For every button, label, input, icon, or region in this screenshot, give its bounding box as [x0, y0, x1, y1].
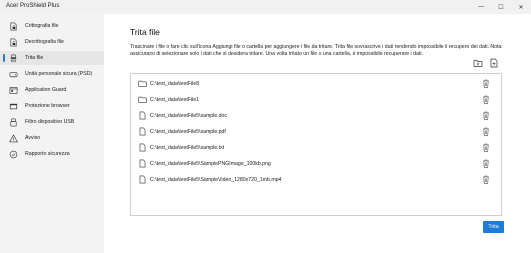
file-path: C:\test_data\testFile5\sample.txt [150, 145, 225, 151]
file-icon [138, 143, 147, 152]
sidebar-item-decrittografia-file[interactable]: Decrittografia file [0, 35, 104, 49]
maximize-button[interactable]: ☐ [491, 0, 511, 14]
file-unlock-icon [9, 38, 18, 47]
minimize-button[interactable]: — [471, 0, 491, 14]
file-path: C:\test_data\testFile5\sample.doc [150, 113, 227, 119]
file-icon [138, 111, 147, 120]
file-path: C:\test_data\testFile1 [150, 97, 200, 103]
folder-icon [138, 79, 147, 88]
file-icon [138, 159, 147, 168]
folder-icon [138, 95, 147, 104]
add-file-button[interactable] [489, 58, 499, 68]
file-icon [138, 175, 147, 184]
shred-icon [9, 54, 18, 63]
add-folder-button[interactable] [473, 58, 483, 68]
sidebar-item-label: Trita file [25, 55, 44, 61]
main-content: Trita file Trascinare i file o fare clic… [104, 14, 531, 253]
delete-icon[interactable] [482, 111, 490, 120]
delete-icon[interactable] [482, 143, 490, 152]
drive-icon [9, 70, 18, 79]
file-path: C:\test_data\testFile8 [150, 81, 200, 87]
list-item[interactable]: C:\test_data\testFile1 [131, 92, 501, 108]
list-item[interactable]: C:\test_data\testFile8 [131, 76, 501, 92]
delete-icon[interactable] [482, 159, 490, 168]
sidebar-item-application-guard[interactable]: Application Guard [0, 83, 104, 97]
page-description: Trascinare i file o fare clic sull'icona… [130, 44, 503, 57]
delete-icon[interactable] [482, 79, 490, 88]
delete-icon[interactable] [482, 95, 490, 104]
app-guard-icon [9, 86, 18, 95]
sidebar-item-label: Unità personale sicura (PSD) [25, 71, 93, 77]
file-icon [138, 127, 147, 136]
sidebar-item-label: Rapporto sicurezza [25, 151, 70, 157]
list-item[interactable]: C:\test_data\testFile5\sample.doc [131, 108, 501, 124]
sidebar-item-trita-file[interactable]: Trita file [0, 51, 104, 65]
delete-icon[interactable] [482, 175, 490, 184]
list-item[interactable]: C:\test_data\testFile5\sample.pdf [131, 124, 501, 140]
sidebar-item-filtro-usb[interactable]: Filtro dispositivo USB [0, 115, 104, 129]
file-path: C:\test_data\testFile5\SampleVideo_1280x… [150, 177, 282, 183]
file-list[interactable]: C:\test_data\testFile8 C:\test_data\test… [130, 73, 502, 216]
title-bar: Acer ProShield Plus — ☐ ✕ [0, 0, 531, 14]
sidebar-item-avviso[interactable]: Avviso [0, 131, 104, 145]
list-item[interactable]: C:\test_data\testFile5\SampleVideo_1280x… [131, 172, 501, 188]
file-lock-icon [9, 22, 18, 31]
list-item[interactable]: C:\test_data\testFile5\sample.txt [131, 140, 501, 156]
sidebar-item-protezione-browser[interactable]: Protezione browser [0, 99, 104, 113]
sidebar-item-label: Decrittografia file [25, 39, 64, 45]
sidebar-item-label: Protezione browser [25, 103, 70, 109]
close-button[interactable]: ✕ [511, 0, 531, 14]
list-item[interactable]: C:\test_data\testFile5\SamplePNGImage_10… [131, 156, 501, 172]
sidebar-item-label: Filtro dispositivo USB [25, 119, 75, 125]
sidebar: Crittografia file Decrittografia file Tr… [0, 14, 104, 253]
app-title: Acer ProShield Plus [6, 3, 60, 9]
browser-icon [9, 102, 18, 111]
usb-icon [9, 118, 18, 127]
shred-button[interactable]: Trita [483, 221, 504, 233]
window-controls: — ☐ ✕ [471, 0, 531, 14]
sidebar-item-psd[interactable]: Unità personale sicura (PSD) [0, 67, 104, 81]
file-path: C:\test_data\testFile5\sample.pdf [150, 129, 226, 135]
sidebar-item-label: Avviso [25, 135, 41, 141]
file-path: C:\test_data\testFile5\SamplePNGImage_10… [150, 161, 271, 167]
add-folder-icon [473, 60, 483, 67]
delete-icon[interactable] [482, 127, 490, 136]
report-icon [9, 150, 18, 159]
sidebar-item-crittografia-file[interactable]: Crittografia file [0, 19, 104, 33]
sidebar-item-label: Crittografia file [25, 23, 59, 29]
warning-icon [9, 134, 18, 143]
add-file-icon [490, 58, 498, 68]
page-title: Trita file [130, 27, 160, 37]
sidebar-item-rapporto-sicurezza[interactable]: Rapporto sicurezza [0, 147, 104, 161]
sidebar-item-label: Application Guard [25, 87, 67, 93]
